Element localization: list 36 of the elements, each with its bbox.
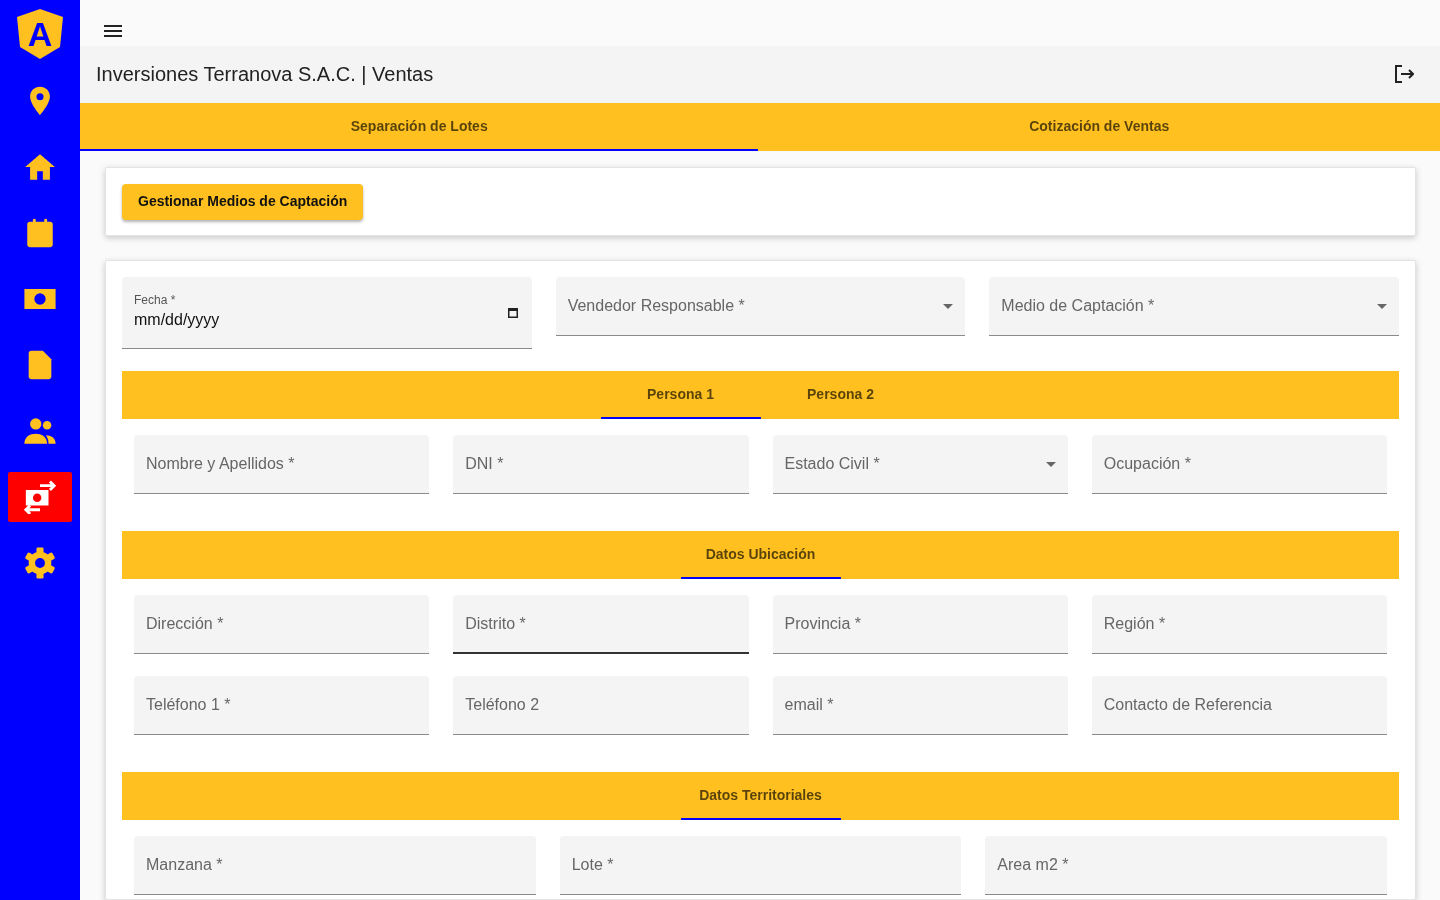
text-field[interactable]: Región * <box>1091 595 1387 654</box>
caret-icon <box>1377 303 1387 309</box>
text-field[interactable]: Ocupación * <box>1091 435 1387 494</box>
caret-icon <box>1045 461 1056 467</box>
text-field[interactable]: Dirección * <box>134 595 430 654</box>
tab[interactable]: Persona 1 <box>600 371 761 419</box>
text-field[interactable]: Teléfono 1 * <box>134 676 430 735</box>
logo: A <box>16 8 64 60</box>
caret-icon <box>943 303 954 309</box>
tab[interactable]: Separación de Lotes <box>80 103 759 151</box>
text-field[interactable]: Manzana * <box>134 836 536 895</box>
text-field[interactable]: Lote * <box>559 836 962 895</box>
logout-icon[interactable] <box>1394 65 1414 84</box>
select-field[interactable]: Medio de Captación * <box>989 277 1399 336</box>
settings-icon <box>23 546 57 580</box>
text-field[interactable]: Nombre y Apellidos * <box>134 435 430 494</box>
text-field[interactable]: Teléfono 2 <box>453 676 749 735</box>
text-field[interactable]: Distrito * <box>453 595 749 654</box>
date-field[interactable]: Fecha * mm/dd/yyyy <box>122 277 532 349</box>
manage-button[interactable]: Gestionar Medios de Captación <box>122 183 364 220</box>
page-title: Inversiones Terranova S.A.C. | Ventas <box>96 62 434 88</box>
select-field[interactable]: Estado Civil * <box>772 435 1068 494</box>
calendar-icon[interactable] <box>507 307 518 318</box>
text-field[interactable]: email * <box>772 676 1068 735</box>
tab[interactable]: Datos Territoriales <box>680 772 841 820</box>
tab[interactable]: Cotización de Ventas <box>758 103 1440 151</box>
tab[interactable]: Persona 2 <box>760 371 921 419</box>
text-field[interactable]: Provincia * <box>772 595 1068 654</box>
text-field[interactable]: Contacto de Referencia <box>1091 676 1387 735</box>
nav-item[interactable] <box>8 472 72 522</box>
text-field[interactable]: Area m2 * <box>985 836 1387 895</box>
money-exchange-icon <box>23 480 57 514</box>
select-field[interactable]: Vendedor Responsable * <box>555 277 966 336</box>
tab[interactable]: Datos Ubicación <box>680 531 841 579</box>
text-field[interactable]: DNI * <box>453 435 749 494</box>
menu-icon[interactable] <box>104 24 122 37</box>
